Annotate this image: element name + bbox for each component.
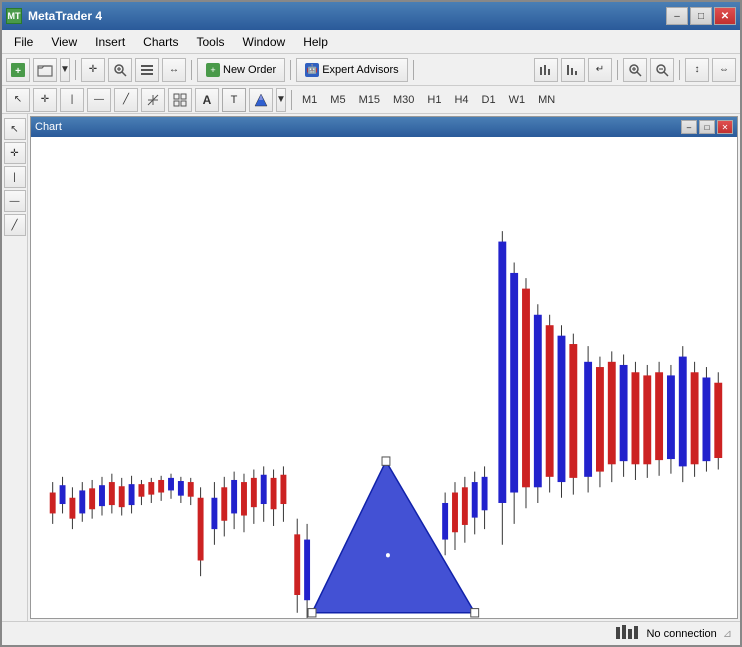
new-chart-button[interactable]: + xyxy=(6,58,30,82)
crosshair-button[interactable]: ✛ xyxy=(81,58,105,82)
window-title: MetaTrader 4 xyxy=(28,9,102,23)
close-button[interactable]: ✕ xyxy=(714,7,736,25)
maximize-button[interactable]: □ xyxy=(690,7,712,25)
separator1 xyxy=(75,60,76,80)
bars-icon xyxy=(616,625,640,642)
menu-window[interactable]: Window xyxy=(235,33,294,51)
expert-advisors-button[interactable]: 🤖 Expert Advisors xyxy=(296,58,407,82)
period-m1[interactable]: M1 xyxy=(297,93,322,107)
chart-window-title: Chart xyxy=(35,121,62,133)
separator2 xyxy=(191,60,192,80)
icon-btn5[interactable]: ⇔ xyxy=(712,58,736,82)
dropdown-arrow[interactable]: ▼ xyxy=(60,58,70,82)
properties-button[interactable] xyxy=(135,58,159,82)
cursor-tool[interactable]: ↖ xyxy=(6,88,30,112)
triangle-handle-br xyxy=(471,609,479,617)
separator6 xyxy=(679,60,680,80)
new-order-icon: + xyxy=(206,63,220,77)
triangle-handle-bl xyxy=(308,609,316,617)
menu-tools[interactable]: Tools xyxy=(189,33,233,51)
icon-btn2[interactable] xyxy=(561,58,585,82)
chart-area[interactable]: Triangle xyxy=(31,137,737,618)
status-bar: No connection ⊿ xyxy=(2,621,740,645)
lt-tline[interactable]: ╱ xyxy=(4,214,26,236)
lt-cross[interactable]: ✛ xyxy=(4,142,26,164)
left-tools-panel: ↖ ✛ | — ╱ xyxy=(2,114,28,621)
svg-text:+: + xyxy=(15,66,21,77)
icon-btn3[interactable]: ↵ xyxy=(588,58,612,82)
resize-icon: ⊿ xyxy=(723,627,732,640)
lt-cursor[interactable]: ↖ xyxy=(4,118,26,140)
period-m15[interactable]: M15 xyxy=(354,93,385,107)
connection-status: No connection xyxy=(646,628,716,640)
color-tool[interactable] xyxy=(249,88,273,112)
chart-window-controls: – □ ✕ xyxy=(681,120,733,134)
menu-view[interactable]: View xyxy=(43,33,85,51)
chart-maximize[interactable]: □ xyxy=(699,120,715,134)
zoom-in-button[interactable] xyxy=(108,58,132,82)
toolbar2: ↖ ✛ | — ╱ A T ▼ xyxy=(2,86,740,114)
new-order-label: New Order xyxy=(223,64,276,76)
menu-insert[interactable]: Insert xyxy=(87,33,133,51)
minimize-button[interactable]: – xyxy=(666,7,688,25)
open-button[interactable] xyxy=(33,58,57,82)
zoom-out-chart[interactable] xyxy=(650,58,674,82)
text-tool[interactable]: A xyxy=(195,88,219,112)
candlestick-chart xyxy=(31,137,737,618)
crosshair-tool[interactable]: ✛ xyxy=(33,88,57,112)
main-area: ↖ ✛ | — ╱ Chart – □ ✕ Triangle xyxy=(2,114,740,621)
period-m30[interactable]: M30 xyxy=(388,93,419,107)
robot-icon: 🤖 xyxy=(305,63,319,77)
app-icon: MT xyxy=(6,8,22,24)
new-order-button[interactable]: + New Order xyxy=(197,58,285,82)
triangle-handle-top xyxy=(382,457,390,465)
chart-title-bar: Chart – □ ✕ xyxy=(31,117,737,137)
separator7 xyxy=(291,90,292,110)
zoom-in-chart[interactable] xyxy=(623,58,647,82)
period-h1[interactable]: H1 xyxy=(422,93,446,107)
period-h4[interactable]: H4 xyxy=(449,93,473,107)
fib-tool[interactable] xyxy=(141,88,165,112)
menu-help[interactable]: Help xyxy=(295,33,336,51)
separator5 xyxy=(617,60,618,80)
icon-btn1[interactable] xyxy=(534,58,558,82)
period-w1[interactable]: W1 xyxy=(504,93,531,107)
arrow-button[interactable]: ↔ xyxy=(162,58,186,82)
chart-minimize[interactable]: – xyxy=(681,120,697,134)
period-m5[interactable]: M5 xyxy=(325,93,350,107)
separator4 xyxy=(413,60,414,80)
period-d1[interactable]: D1 xyxy=(477,93,501,107)
chart-close[interactable]: ✕ xyxy=(717,120,733,134)
vertical-line-tool[interactable]: | xyxy=(60,88,84,112)
title-bar-left: MT MetaTrader 4 xyxy=(6,8,102,24)
grid-tool[interactable] xyxy=(168,88,192,112)
diagonal-line-tool[interactable]: ╱ xyxy=(114,88,138,112)
menu-file[interactable]: File xyxy=(6,33,41,51)
triangle-center-dot xyxy=(386,553,390,557)
status-right: No connection ⊿ xyxy=(616,625,732,642)
menu-bar: File View Insert Charts Tools Window Hel… xyxy=(2,30,740,54)
expert-advisors-label: Expert Advisors xyxy=(322,64,398,76)
main-window: MT MetaTrader 4 – □ ✕ File View Insert C… xyxy=(0,0,742,647)
separator3 xyxy=(290,60,291,80)
title-bar-controls: – □ ✕ xyxy=(666,7,736,25)
lt-hline[interactable]: — xyxy=(4,190,26,212)
text2-tool[interactable]: T xyxy=(222,88,246,112)
horizontal-line-tool[interactable]: — xyxy=(87,88,111,112)
menu-charts[interactable]: Charts xyxy=(135,33,186,51)
toolbar1: + ▼ ✛ ↔ xyxy=(2,54,740,86)
lt-vline[interactable]: | xyxy=(4,166,26,188)
chart-window: Chart – □ ✕ Triangle xyxy=(30,116,738,619)
icon-btn4[interactable]: ↕ xyxy=(685,58,709,82)
title-bar: MT MetaTrader 4 – □ ✕ xyxy=(2,2,740,30)
color-dropdown[interactable]: ▼ xyxy=(276,88,286,112)
period-mn[interactable]: MN xyxy=(533,93,560,107)
